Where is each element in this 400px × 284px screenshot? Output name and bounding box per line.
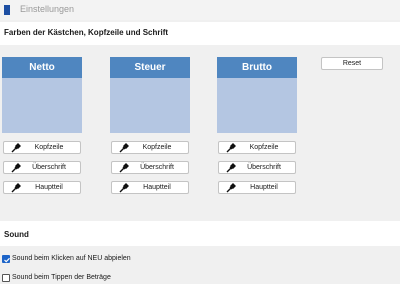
steuer-heading-color-button[interactable]: Überschrift bbox=[111, 161, 189, 174]
title-bar: Einstellungen bbox=[0, 0, 400, 20]
button-label: Hauptteil bbox=[250, 184, 278, 191]
button-label: Hauptteil bbox=[143, 184, 171, 191]
brutto-heading-color-button[interactable]: Überschrift bbox=[218, 161, 296, 174]
button-label: Kopfzeile bbox=[249, 144, 279, 151]
button-label: Überschrift bbox=[140, 164, 174, 171]
brutto-preview-header: Brutto bbox=[217, 57, 297, 78]
sound-on-new-option[interactable]: Sound beim Klicken auf NEU abpielen bbox=[2, 254, 182, 265]
steuer-preview-box: Steuer bbox=[110, 57, 190, 133]
window-title: Einstellungen bbox=[20, 4, 75, 14]
app-icon bbox=[4, 5, 10, 15]
netto-heading-color-button[interactable]: Überschrift bbox=[3, 161, 81, 174]
netto-preview-box: Netto bbox=[2, 57, 82, 133]
button-label: Kopfzeile bbox=[34, 144, 64, 151]
sound-on-typing-option[interactable]: Sound beim Tippen der Beträge bbox=[2, 273, 182, 284]
brutto-header-color-button[interactable]: Kopfzeile bbox=[218, 141, 296, 154]
netto-preview-header: Netto bbox=[2, 57, 82, 78]
steuer-body-color-button[interactable]: Hauptteil bbox=[111, 181, 189, 194]
colors-section-header: Farben der Kästchen, Kopfzeile und Schri… bbox=[0, 22, 400, 45]
sound-on-new-checkbox[interactable] bbox=[2, 255, 10, 263]
brutto-body-color-button[interactable]: Hauptteil bbox=[218, 181, 296, 194]
brutto-preview-box: Brutto bbox=[217, 57, 297, 133]
button-label: Überschrift bbox=[32, 164, 66, 171]
sound-section-header: Sound bbox=[0, 221, 400, 246]
sound-on-typing-label: Sound beim Tippen der Beträge bbox=[12, 274, 111, 281]
colors-section-title: Farben der Kästchen, Kopfzeile und Schri… bbox=[4, 28, 169, 37]
reset-button[interactable]: Reset bbox=[321, 57, 383, 70]
button-label: Überschrift bbox=[247, 164, 281, 171]
sound-on-typing-checkbox[interactable] bbox=[2, 274, 10, 282]
checkmark-icon bbox=[4, 257, 10, 263]
steuer-header-color-button[interactable]: Kopfzeile bbox=[111, 141, 189, 154]
netto-body-color-button[interactable]: Hauptteil bbox=[3, 181, 81, 194]
netto-header-color-button[interactable]: Kopfzeile bbox=[3, 141, 81, 154]
button-label: Hauptteil bbox=[35, 184, 63, 191]
button-label: Kopfzeile bbox=[142, 144, 172, 151]
sound-on-new-label: Sound beim Klicken auf NEU abpielen bbox=[12, 255, 131, 262]
sound-section-title: Sound bbox=[4, 230, 29, 239]
steuer-preview-header: Steuer bbox=[110, 57, 190, 78]
